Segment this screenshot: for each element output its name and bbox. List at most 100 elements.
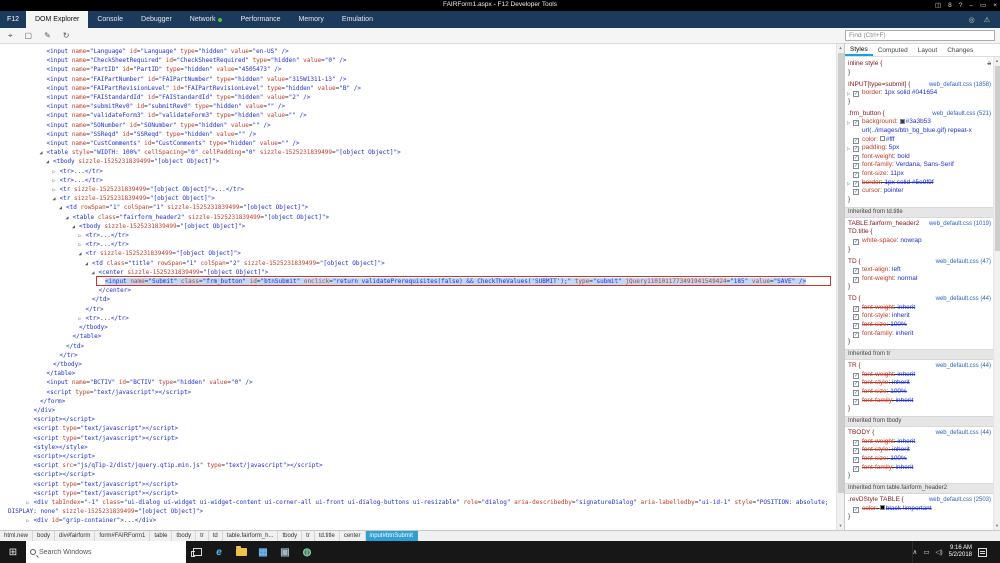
dom-node[interactable]: <input name="validateForm3" id="validate… <box>0 111 836 120</box>
dom-node[interactable]: <script type="text/javascript"></script> <box>0 480 836 489</box>
tab-dom-explorer[interactable]: DOM Explorer <box>26 11 88 28</box>
dom-node[interactable]: </center> <box>0 286 836 295</box>
breadcrumb-item[interactable]: table.fairform_h... <box>223 531 279 541</box>
property-checkbox[interactable]: ✓ <box>853 91 859 97</box>
property-checkbox[interactable]: ✓ <box>853 239 859 245</box>
dock-icon[interactable]: ◫ <box>935 0 941 11</box>
breadcrumb-item[interactable]: center <box>340 531 366 541</box>
dom-node[interactable]: <script></script> <box>0 415 836 424</box>
property-checkbox[interactable]: ✓ <box>853 163 859 169</box>
collapsed-arrow-icon[interactable]: ▷ <box>27 499 30 508</box>
dom-node[interactable]: <input name="FAIStandardId" id="FAIStand… <box>0 93 836 102</box>
edit-html-icon[interactable]: ✎ <box>44 31 51 40</box>
dom-node[interactable]: ▷<tr sizzle-1525231839499="[object Objec… <box>0 185 836 194</box>
volume-icon[interactable]: ◁) <box>935 548 942 556</box>
dom-node[interactable]: </td> <box>0 295 836 304</box>
warning-icon[interactable]: ⚠ <box>984 16 990 24</box>
breadcrumb-item[interactable]: html.new <box>0 531 33 541</box>
breadcrumb-item[interactable]: td.title <box>315 531 340 541</box>
dom-node[interactable]: ▷<div tabIndex="-1" class="ui-dialog ui-… <box>0 498 836 516</box>
property-checkbox[interactable]: ✓ <box>853 507 859 513</box>
dom-node[interactable]: ▷<tr>...</tr> <box>0 240 836 249</box>
dom-node[interactable]: ◢<td class="title" rowSpan="1" colSpan="… <box>0 259 836 268</box>
property-checkbox[interactable]: ✓ <box>853 373 859 379</box>
dom-node[interactable]: <input name="CheckSheetRequired" id="Che… <box>0 56 836 65</box>
task-view-icon[interactable] <box>186 541 208 563</box>
dom-node[interactable]: <script></script> <box>0 452 836 461</box>
dom-node[interactable]: <input name="SONumber" id="SONumber" typ… <box>0 121 836 130</box>
breadcrumb-item[interactable]: form#FAIRForm1 <box>95 531 150 541</box>
dom-node[interactable]: ◢<td rowSpan="1" colSpan="1" sizzle-1525… <box>0 203 836 212</box>
breadcrumb-item[interactable]: tr <box>302 531 315 541</box>
property-checkbox[interactable]: ✓ <box>853 181 859 187</box>
expand-arrow-icon[interactable]: ▷ <box>847 90 850 99</box>
dom-node[interactable]: <input name="FAIPartRevisionLevel" id="F… <box>0 84 836 93</box>
taskbar-search-input[interactable] <box>39 549 159 556</box>
dom-node[interactable]: </tbody> <box>0 360 836 369</box>
breadcrumb-item[interactable]: tbody <box>172 531 196 541</box>
stylesheet-link[interactable]: web_default.css (2503) <box>929 496 991 505</box>
property-checkbox[interactable]: ✓ <box>853 440 859 446</box>
property-checkbox[interactable]: ✓ <box>853 138 859 144</box>
dom-node[interactable]: </tbody> <box>0 323 836 332</box>
property-checkbox[interactable]: ✓ <box>853 399 859 405</box>
breadcrumb-item[interactable]: tr <box>196 531 209 541</box>
dom-node[interactable]: <input name="submitRev0" id="submitRev0"… <box>0 102 836 111</box>
property-checkbox[interactable]: ✓ <box>853 381 859 387</box>
stylesheet-link[interactable]: web_default.css (521) <box>932 110 991 119</box>
stylesheet-link[interactable]: web_default.css (44) <box>936 429 991 438</box>
dom-node[interactable]: ◢<table class="fairform_header2" sizzle-… <box>0 213 836 222</box>
pseudo-state-icon[interactable]: a <box>987 60 991 69</box>
dom-node[interactable]: ◢<tr sizzle-1525231839499="[object Objec… <box>0 194 836 203</box>
property-checkbox[interactable]: ✓ <box>853 172 859 178</box>
property-checkbox[interactable]: ✓ <box>853 268 859 274</box>
tab-computed[interactable]: Computed <box>873 44 913 56</box>
styles-scroll-down-icon[interactable]: ▼ <box>994 522 1000 530</box>
property-checkbox[interactable]: ✓ <box>853 306 859 312</box>
dom-node[interactable]: ◢<tbody sizzle-1525231839499="[object Ob… <box>0 222 836 231</box>
scroll-up-arrow-icon[interactable]: ▲ <box>837 44 844 52</box>
stylesheet-link[interactable]: web_default.css (44) <box>936 295 991 304</box>
f12-logo[interactable]: F12 <box>0 11 26 28</box>
tab-layout[interactable]: Layout <box>913 44 943 56</box>
dom-node[interactable]: </div> <box>0 406 836 415</box>
styles-scroll-up-icon[interactable]: ▲ <box>994 57 1000 65</box>
find-input[interactable] <box>845 30 995 41</box>
hidden-icons-chevron[interactable]: ∧ <box>913 548 918 556</box>
dom-node[interactable]: <script type="text/javascript"></script> <box>0 434 836 443</box>
minimize-icon[interactable]: – <box>969 0 973 11</box>
property-checkbox[interactable]: ✓ <box>853 332 859 338</box>
app-icon-2[interactable]: ◍ <box>296 541 318 563</box>
dom-node[interactable]: ◢<tbody sizzle-1525231839499="[object Ob… <box>0 157 836 166</box>
dom-node[interactable]: <input name="SSReqd" id="SSReqd" type="h… <box>0 130 836 139</box>
select-element-icon[interactable]: ⌖ <box>8 31 13 41</box>
dom-node[interactable]: ◢<tr sizzle-1525231839499="[object Objec… <box>0 249 836 258</box>
dom-node[interactable]: ▷<tr>...</tr> <box>0 314 836 323</box>
tab-memory[interactable]: Memory <box>290 11 333 28</box>
dom-node[interactable]: <script></script> <box>0 470 836 479</box>
property-checkbox[interactable]: ✓ <box>853 314 859 320</box>
edge-icon[interactable]: e <box>208 541 230 563</box>
dom-node[interactable]: </form> <box>0 397 836 406</box>
stylesheet-link[interactable]: web_default.css (47) <box>936 258 991 267</box>
dom-node[interactable]: <script src="js/qTip-2/dist/jquery.qtip.… <box>0 461 836 470</box>
target-count-badge[interactable]: 8 <box>948 0 952 11</box>
dom-node[interactable]: <input name="Language" id="Language" typ… <box>0 47 836 56</box>
dom-node[interactable]: </tr> <box>0 351 836 360</box>
close-icon[interactable]: × <box>993 0 997 11</box>
taskbar-clock[interactable]: 9:16 AM 5/2/2018 <box>949 545 972 559</box>
taskbar-search[interactable] <box>26 541 186 563</box>
app-icon-1[interactable]: ▣ <box>274 541 296 563</box>
dom-node[interactable]: </table> <box>0 369 836 378</box>
dom-node[interactable]: <style></style> <box>0 443 836 452</box>
help-icon[interactable]: ? <box>959 0 963 11</box>
property-checkbox[interactable]: ✓ <box>853 120 859 126</box>
stylesheet-link[interactable]: web_default.css (1858) <box>929 81 991 90</box>
property-checkbox[interactable]: ✓ <box>853 323 859 329</box>
scroll-down-arrow-icon[interactable]: ▼ <box>837 522 844 530</box>
dom-node[interactable]: <script type="text/javascript"></script> <box>0 424 836 433</box>
property-checkbox[interactable]: ✓ <box>853 146 859 152</box>
network-icon[interactable]: ▭ <box>923 548 929 556</box>
property-checkbox[interactable]: ✓ <box>853 155 859 161</box>
breadcrumb-item-selected[interactable]: input#btnSubmit <box>366 531 418 541</box>
